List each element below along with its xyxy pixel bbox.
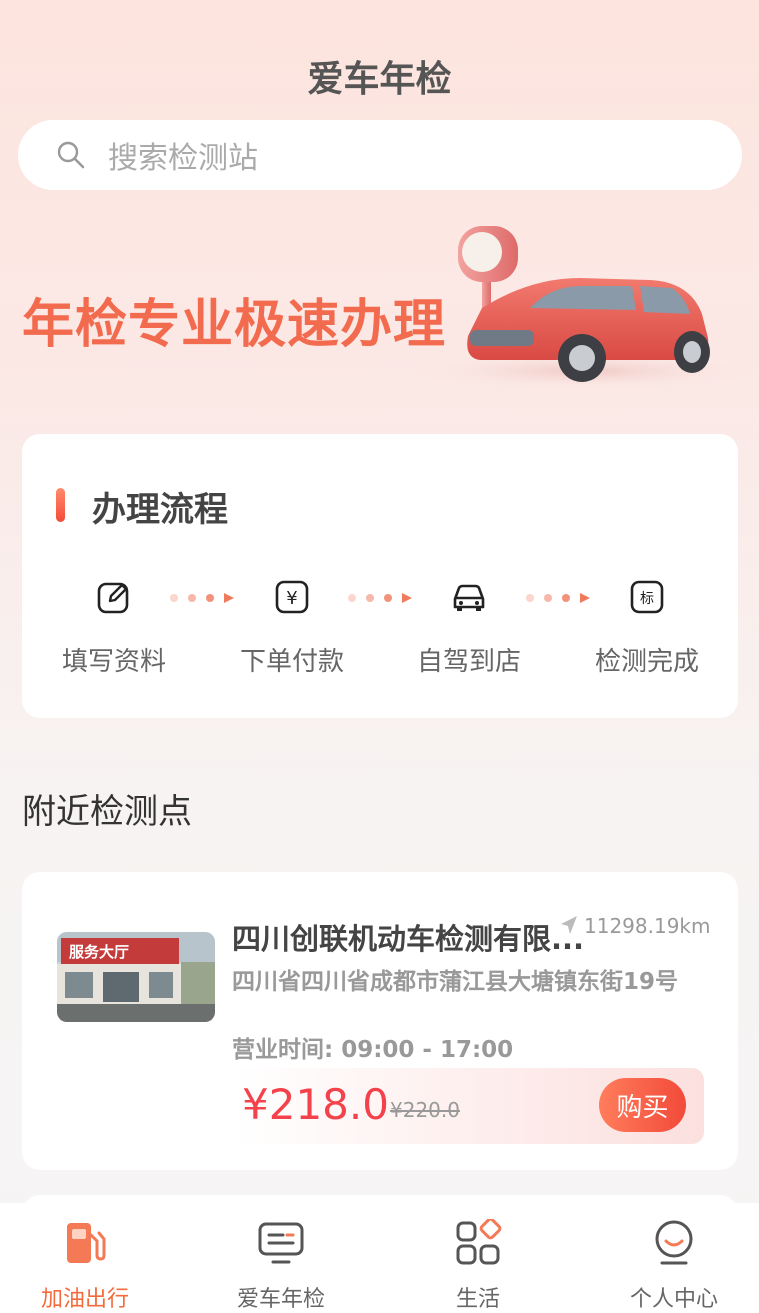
step-inspection-done: 标 检测完成	[577, 579, 717, 678]
tab-fuel[interactable]: 加油出行	[10, 1219, 160, 1313]
sale-price: ¥218.0	[242, 1080, 389, 1129]
search-icon	[57, 141, 85, 169]
process-title: 办理流程	[92, 490, 228, 530]
tab-life[interactable]: 生活	[403, 1219, 553, 1313]
car-icon	[453, 584, 485, 611]
smile-icon	[655, 1220, 693, 1265]
yen-icon: ¥	[275, 580, 309, 614]
station-card[interactable]: 服务大厅 四川创联机动车检测有限... 11298.19km 四川省四川省成都市…	[22, 872, 738, 1170]
tab-label: 加油出行	[40, 1287, 129, 1312]
nearby-section-title: 附近检测点	[22, 792, 192, 832]
page-title: 爱车年检	[307, 59, 452, 100]
monitor-icon	[258, 1222, 304, 1264]
station-distance: 11298.19km	[584, 914, 711, 938]
photo-sign-text: 服务大厅	[69, 943, 129, 961]
process-card: 办理流程 填写资料 ¥ 下单付款 自驾到店 标 检测完成	[22, 434, 738, 718]
step-label: 检测完成	[594, 647, 699, 677]
station-photo: 服务大厅	[57, 932, 215, 1022]
price-box: ¥218.0 ¥220.0 购买	[232, 1068, 704, 1144]
step-label: 下单付款	[239, 647, 344, 677]
yen-glyph: ¥	[286, 588, 297, 609]
step-fill-info: 填写资料	[44, 579, 184, 678]
station-address: 四川省四川省成都市蒲江县大塘镇东街19号	[232, 969, 679, 995]
tab-label: 个人中心	[629, 1287, 718, 1312]
tab-label: 生活	[455, 1287, 500, 1312]
step-drive-to-store: 自驾到店	[399, 579, 539, 678]
station-name[interactable]: 四川创联机动车检测有限...	[232, 916, 592, 958]
car-illustration	[415, 226, 745, 389]
original-price: ¥220.0	[390, 1098, 460, 1122]
edit-icon	[97, 582, 129, 614]
badge-icon: 标	[630, 580, 664, 614]
search-bar[interactable]: 搜索检测站	[18, 120, 742, 190]
hero-slogan: 年检专业极速办理	[22, 295, 447, 355]
fuel-icon	[67, 1223, 106, 1263]
station-hours: 营业时间: 09:00 - 17:00	[232, 1037, 514, 1063]
tab-profile[interactable]: 个人中心	[599, 1219, 749, 1313]
step-label: 填写资料	[61, 647, 166, 677]
tab-car-inspection[interactable]: 爱车年检	[206, 1219, 356, 1313]
badge-glyph: 标	[640, 591, 654, 607]
bottom-tabbar: 加油出行 爱车年检 生活 个人中心	[0, 1203, 759, 1313]
step-payment: ¥ 下单付款	[222, 579, 362, 678]
grid-icon	[456, 1219, 502, 1265]
navigation-arrow-icon	[561, 916, 577, 934]
section-accent-bar	[56, 488, 65, 522]
search-placeholder: 搜索检测站	[108, 141, 258, 176]
step-label: 自驾到店	[416, 647, 521, 677]
tab-label: 爱车年检	[236, 1287, 325, 1312]
buy-button[interactable]: 购买	[599, 1078, 686, 1132]
